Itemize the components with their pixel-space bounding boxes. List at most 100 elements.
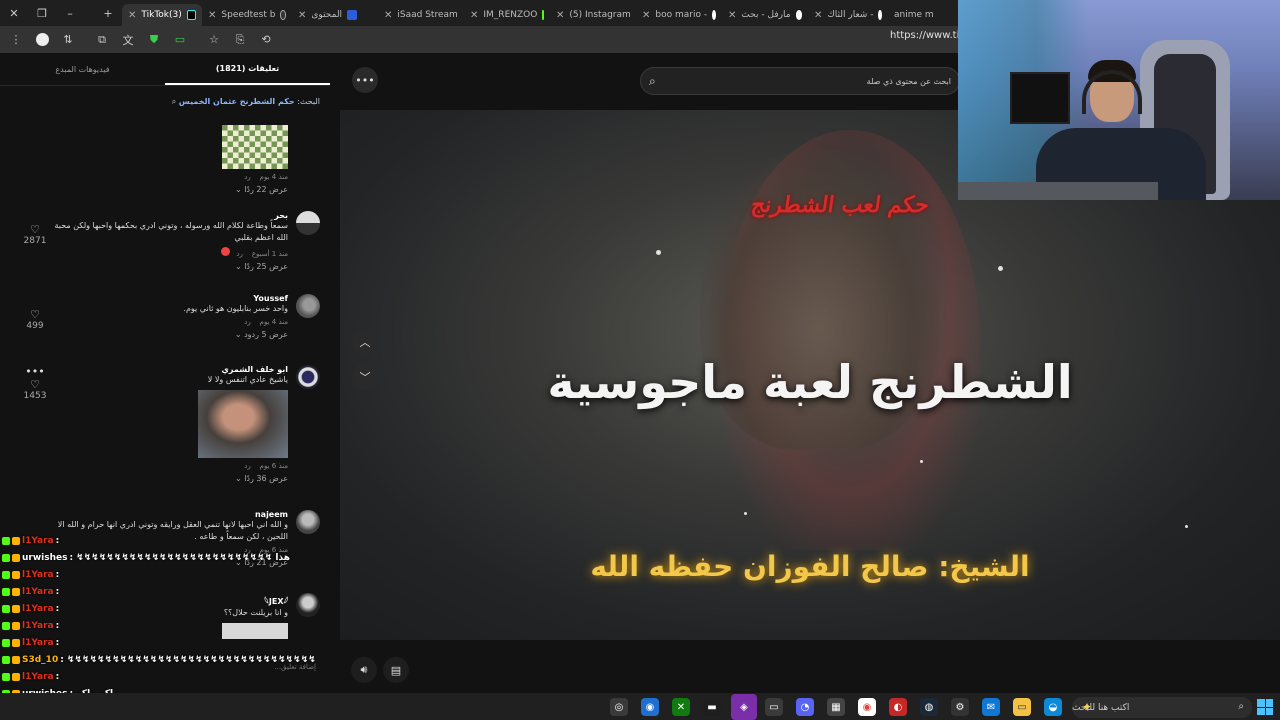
search-hint-query[interactable]: حكم الشطرنج عثمان الخميس <box>179 97 295 106</box>
reply-link[interactable]: رد <box>244 462 251 470</box>
file-explorer-icon[interactable]: ▭ <box>1013 698 1031 716</box>
translate-icon[interactable]: 文 <box>118 30 138 50</box>
like-button[interactable]: ♡ 499 <box>20 308 50 331</box>
tab-boo-mario[interactable]: ✕ boo mario - <box>636 4 722 26</box>
chat-username[interactable]: l1Yara <box>22 638 54 648</box>
view-replies-link[interactable]: عرض 36 ردًا ⌄ <box>48 474 288 483</box>
close-tab-icon[interactable]: ✕ <box>728 10 736 21</box>
menu-icon[interactable]: ⋮ <box>6 30 26 50</box>
reply-link[interactable]: رد <box>244 173 251 181</box>
chrome-icon[interactable]: ◉ <box>858 698 876 716</box>
search-hint[interactable]: البحث: حكم الشطرنج عثمان الخميس ⌕ <box>172 97 320 107</box>
chat-username[interactable]: l1Yara <box>22 672 54 682</box>
avatar[interactable] <box>296 211 320 235</box>
avatar[interactable] <box>296 294 320 318</box>
more-options-button[interactable]: ••• <box>352 67 378 93</box>
app-icon[interactable]: ▭ <box>765 698 783 716</box>
shield-icon[interactable]: ⛊ <box>144 30 164 50</box>
avatar[interactable] <box>296 365 320 389</box>
chat-username[interactable]: l1Yara <box>22 604 54 614</box>
video-search-input[interactable]: ابحث عن محتوى ذي صلة ⌕ <box>640 67 960 95</box>
avatar[interactable] <box>296 510 320 534</box>
close-tab-icon[interactable]: ✕ <box>642 10 650 21</box>
restore-window-icon[interactable]: ❐ <box>28 0 56 26</box>
tab-anime[interactable]: anime m <box>888 4 938 26</box>
previous-video-button[interactable]: ︿ <box>352 329 378 355</box>
address-bar[interactable]: https://www.tikto <box>890 30 960 49</box>
chat-username[interactable]: S3d_10 <box>22 655 58 665</box>
captions-icon[interactable]: ▤ <box>383 657 409 683</box>
close-tab-icon[interactable]: ✕ <box>556 10 564 21</box>
close-tab-icon[interactable]: ✕ <box>208 10 216 21</box>
tab-im-renzoo[interactable]: ✕ IM_RENZOO <box>464 4 550 26</box>
like-button[interactable]: ♡ 2871 <box>20 223 50 246</box>
tab-comments[interactable]: (1821) تعليقات <box>165 53 330 85</box>
close-tab-icon[interactable]: ✕ <box>128 10 136 21</box>
chat-username[interactable]: urwishes <box>22 553 67 563</box>
battery-icon[interactable]: ▭ <box>170 30 190 50</box>
chess-board-image[interactable] <box>222 125 288 169</box>
extensions-icon[interactable]: ⧉ <box>92 30 112 50</box>
history-icon[interactable]: ⟲ <box>256 30 276 50</box>
view-replies-link[interactable]: عرض 25 ردًا ⌄ <box>48 262 288 271</box>
tab-tiktok[interactable]: ✕ TikTok(3) <box>122 4 202 26</box>
comment-body: Youssef واحد خسر بنابليون هو ثاني يوم. م… <box>48 294 288 339</box>
tab-search-icon[interactable]: ⇅ <box>58 30 78 50</box>
edge-icon[interactable]: ◒ <box>1044 698 1062 716</box>
tab-instagram[interactable]: ✕ (5) Instagram <box>550 4 636 26</box>
panel-tabs: فيديوهات المبدع (1821) تعليقات <box>0 53 330 86</box>
chat-username[interactable]: l1Yara <box>22 621 54 631</box>
comment-author[interactable]: najeem <box>48 510 288 519</box>
chat-badge-icon <box>2 553 10 562</box>
outlook-icon[interactable]: ✉ <box>982 698 1000 716</box>
app-icon[interactable]: ◉ <box>641 698 659 716</box>
reply-link[interactable]: رد <box>244 318 251 326</box>
settings-gear-icon[interactable]: ⚙ <box>951 698 969 716</box>
calculator-icon[interactable]: ▦ <box>827 698 845 716</box>
reply-link[interactable]: رد <box>236 250 243 258</box>
taskbar-search-input[interactable]: اكتب هنا للبحث ⌕ ✦ <box>1072 697 1252 718</box>
xbox-icon[interactable]: ✕ <box>672 698 690 716</box>
tab-label: Speedtest b <box>221 10 276 20</box>
discord-icon[interactable]: ◔ <box>796 698 814 716</box>
comment-author[interactable]: بحر <box>48 211 288 220</box>
app-active-icon[interactable]: ◈ <box>731 694 757 720</box>
comment-author[interactable]: Youssef <box>48 294 288 303</box>
close-tab-icon[interactable]: ✕ <box>298 10 306 21</box>
chat-badge-icon <box>12 570 20 579</box>
volume-icon[interactable]: 🔊︎ <box>351 657 377 683</box>
app-icon[interactable]: ◐ <box>889 698 907 716</box>
profile-icon[interactable] <box>32 30 52 50</box>
windows-start-icon[interactable] <box>1257 699 1273 715</box>
app-icon[interactable]: ◎ <box>610 698 628 716</box>
close-window-icon[interactable]: ✕ <box>0 0 28 26</box>
more-options-icon[interactable]: ••• <box>20 365 50 378</box>
tab-logo[interactable]: ✕ شعار الثاك - <box>808 4 888 26</box>
reaction-image[interactable] <box>198 390 288 458</box>
new-tab-button[interactable]: + <box>94 0 122 26</box>
comment-text: واحد خسر بنابليون هو ثاني يوم. <box>183 304 288 313</box>
minimize-window-icon[interactable]: – <box>56 0 84 26</box>
search-icon[interactable]: ⌕ <box>649 74 656 89</box>
tab-speedtest[interactable]: ✕ Speedtest b <box>202 4 292 26</box>
chat-username[interactable]: l1Yara <box>22 536 54 546</box>
tab-content[interactable]: ✕ المحتوى <box>292 4 378 26</box>
terminal-icon[interactable]: ▬ <box>703 698 721 716</box>
share-icon[interactable]: ⎘ <box>230 30 250 50</box>
like-button[interactable]: ••• ♡ 1453 <box>20 365 50 401</box>
chat-username[interactable]: l1Yara <box>22 587 54 597</box>
google-icon <box>712 10 716 20</box>
view-replies-link[interactable]: عرض 5 ردود ⌄ <box>48 330 288 339</box>
close-tab-icon[interactable]: ✕ <box>384 10 392 21</box>
close-tab-icon[interactable]: ✕ <box>814 10 822 21</box>
tab-creator-videos[interactable]: فيديوهات المبدع <box>0 53 165 85</box>
comment-author[interactable]: ابو خلف الشمري <box>48 365 288 374</box>
next-video-button[interactable]: ﹀ <box>352 364 378 390</box>
tab-isaad-stream[interactable]: ✕ iSaad Stream <box>378 4 464 26</box>
bookmark-star-icon[interactable]: ☆ <box>204 30 224 50</box>
chat-username[interactable]: l1Yara <box>22 570 54 580</box>
tab-marvel[interactable]: ✕ مارفل - بحث <box>722 4 808 26</box>
view-replies-link[interactable]: عرض 22 ردًا ⌄ <box>48 185 288 194</box>
steam-icon[interactable]: ◍ <box>920 698 938 716</box>
close-tab-icon[interactable]: ✕ <box>470 10 478 21</box>
